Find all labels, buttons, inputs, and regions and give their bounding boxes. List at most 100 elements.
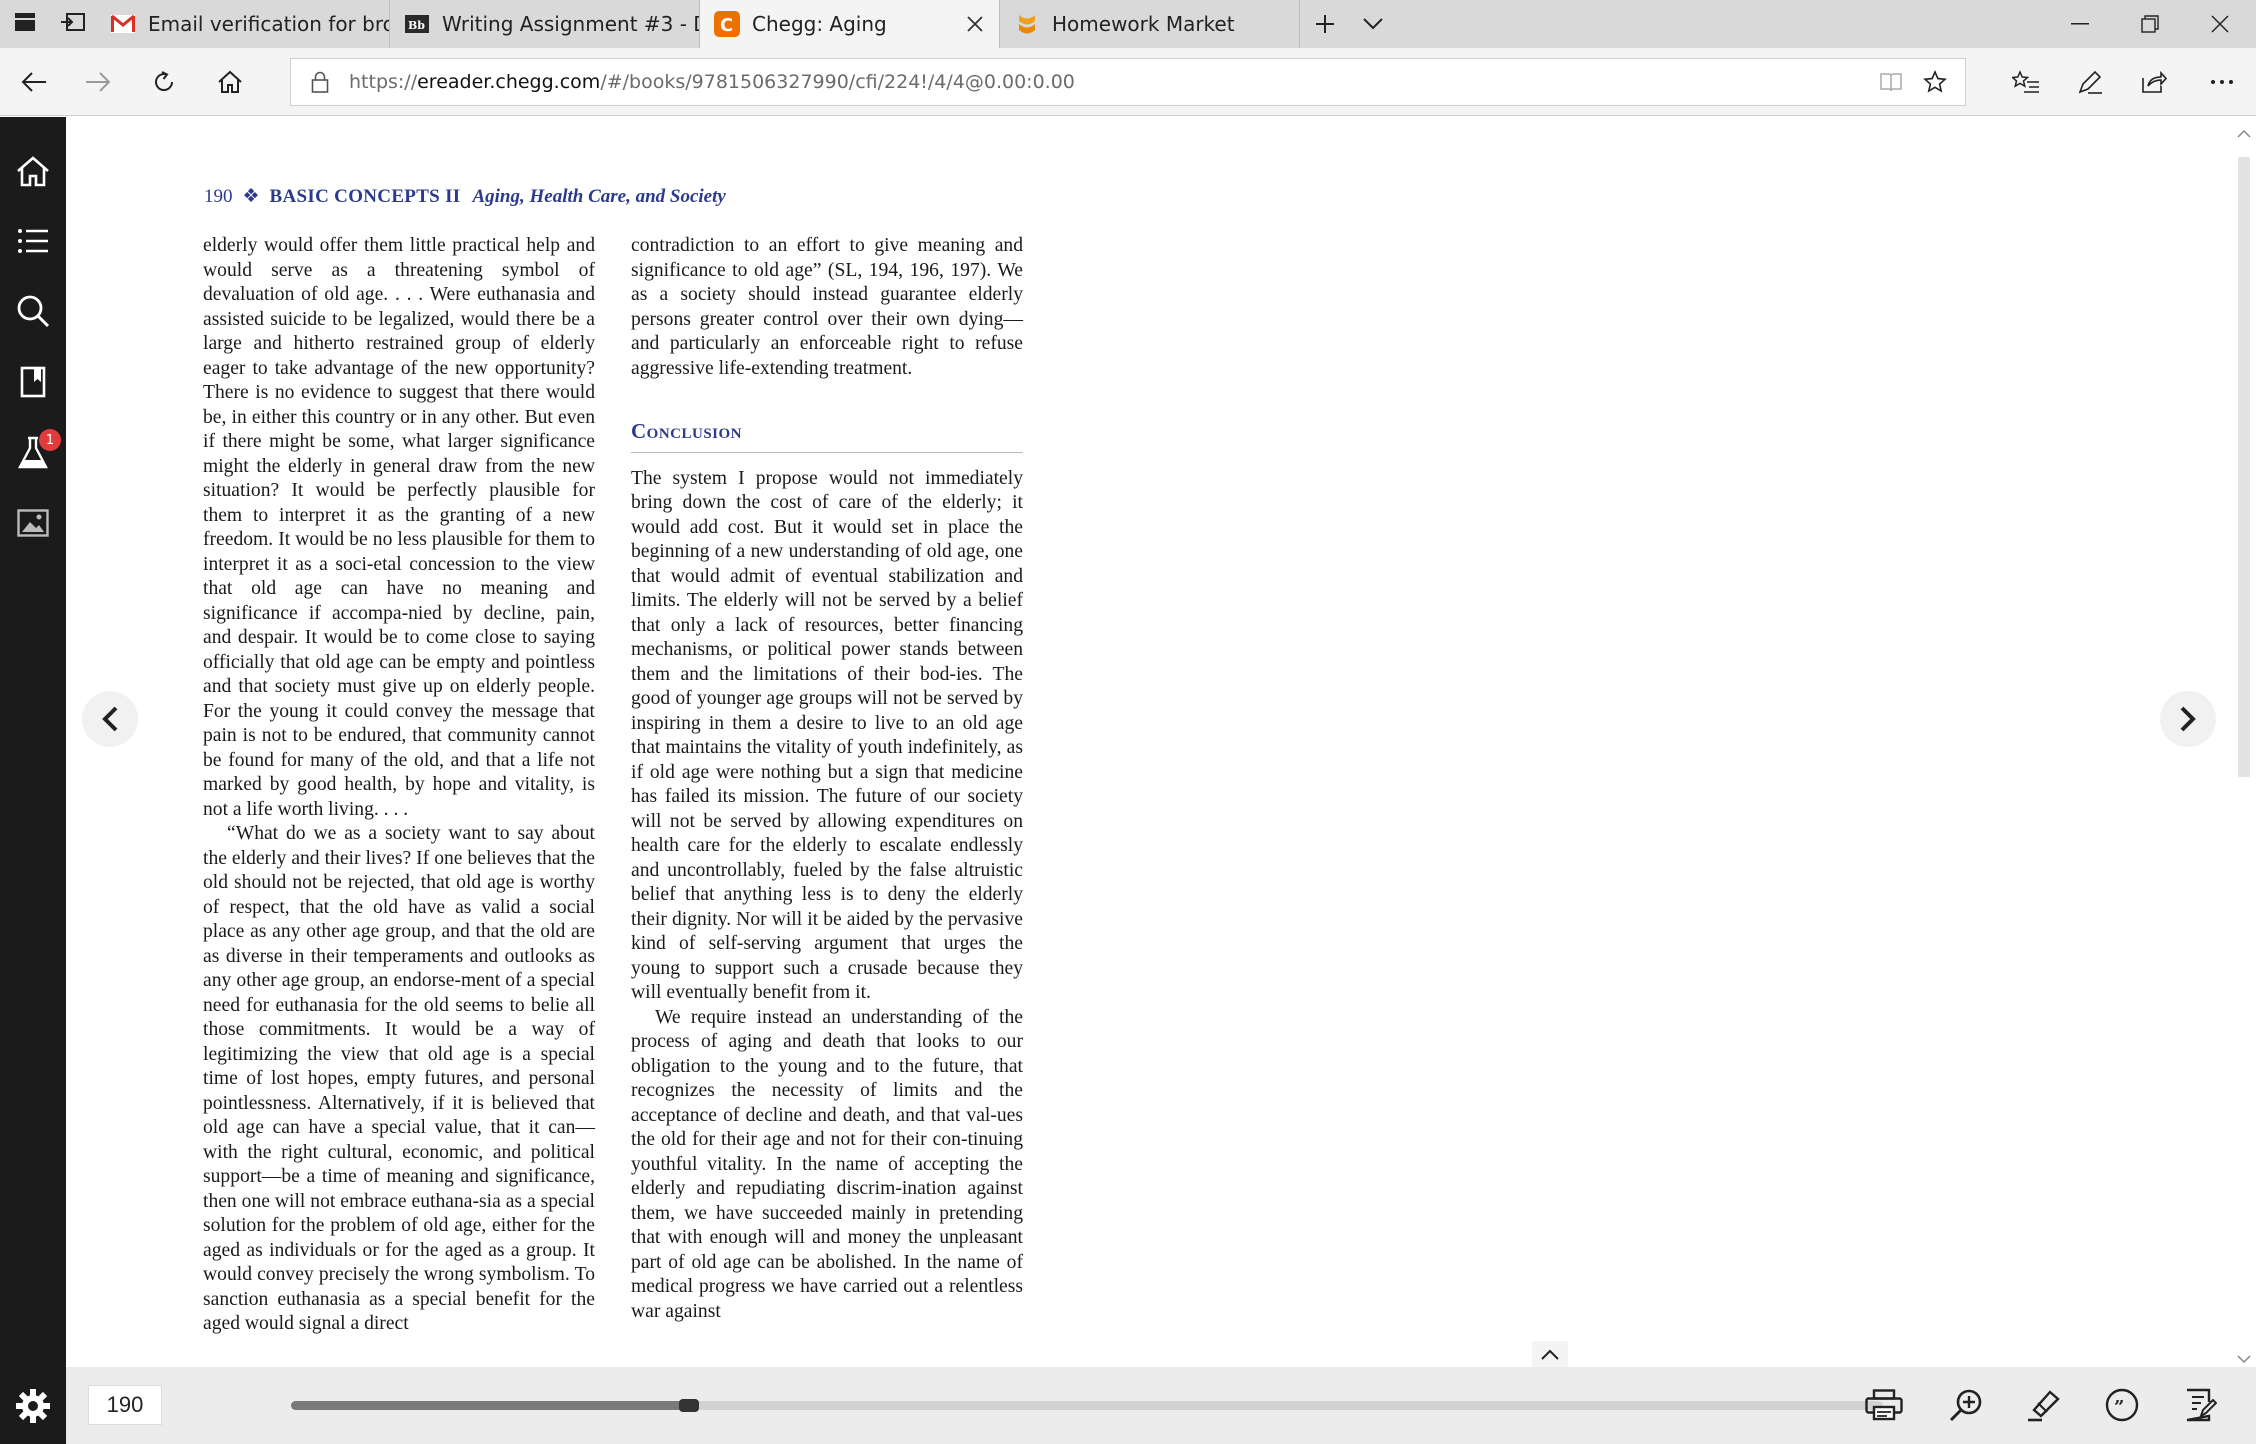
paragraph: contradiction to an effort to give meani… [631,235,1023,379]
web-note-button[interactable] [2066,58,2114,106]
close-window-button[interactable] [2186,0,2254,48]
tab-writing-assignment[interactable]: Bb Writing Assignment #3 - Du [390,0,700,48]
forward-button[interactable] [74,58,122,106]
reader-sidebar: 1 [0,117,66,1444]
homework-market-icon [1014,11,1040,37]
refresh-button[interactable] [140,58,188,106]
next-page-button[interactable] [2160,691,2216,747]
tab-email-verification[interactable]: Email verification for brown [96,0,390,48]
sidebar-item-bookmarks[interactable] [9,358,57,406]
quote-icon: ” [2105,1388,2139,1422]
tab-title: Homework Market [1052,12,1235,36]
restore-icon [2141,15,2159,33]
text-column-right: contradiction to an effort to give meani… [631,234,1023,1324]
tab-strip: Email verification for brown Bb Writing … [0,0,2256,48]
tabs-stack-icon [14,12,36,36]
chegg-icon: C [714,11,740,37]
favorites-hub-button[interactable] [2002,58,2050,106]
running-head: 190 ❖ BASIC CONCEPTS II Aging, Health Care,… [204,185,726,208]
chevron-right-icon [2180,706,2196,732]
book-icon [1880,73,1902,92]
vertical-scrollbar[interactable] [2232,117,2256,1367]
bookmark-icon [20,366,46,398]
tab-homework-market[interactable]: Homework Market [1000,0,1300,48]
sidebar-item-search[interactable] [9,287,57,335]
blackboard-icon: Bb [404,11,430,37]
set-aside-icon [60,12,86,36]
address-bar[interactable]: https://ereader.chegg.com/#/books/978150… [290,58,1966,106]
page-number-input[interactable]: 190 [88,1385,162,1425]
tab-title: Email verification for brown [148,12,389,36]
notification-badge: 1 [39,429,61,451]
reading-view-button[interactable] [1879,71,1903,97]
book-page-number: 190 [204,186,233,207]
favorites-list-icon [2012,70,2039,93]
print-button[interactable] [1860,1381,1908,1429]
gear-icon [16,1389,50,1423]
star-icon [1923,70,1947,93]
reader-bottom-bar: 190 ” [66,1341,2256,1444]
tab-chegg-aging[interactable]: C Chegg: Aging [700,0,1000,48]
tab-title: Chegg: Aging [752,12,887,36]
plus-icon [1316,15,1334,33]
lock-icon[interactable] [311,71,329,97]
tab-preview-button[interactable] [1350,0,1396,48]
sidebar-item-images[interactable] [9,499,57,547]
zoom-in-button[interactable] [1942,1381,1990,1429]
url-scheme: https:// [349,71,418,93]
arrow-right-icon [86,72,111,92]
back-button[interactable] [10,58,58,106]
scroll-down-arrow-icon[interactable] [2237,1349,2251,1368]
refresh-icon [155,71,174,91]
scrollbar-thumb[interactable] [2238,157,2250,777]
paragraph: The system I propose would not immediate… [631,467,1023,1004]
notes-button[interactable] [2176,1381,2224,1429]
list-icon [18,229,48,253]
favorite-button[interactable] [1923,70,1947,98]
svg-text:Bb: Bb [408,19,425,32]
minimize-button[interactable] [2046,0,2114,48]
reading-progress-fill [291,1401,689,1410]
close-icon [967,16,983,32]
navigation-bar: https://ereader.chegg.com/#/books/978150… [0,48,2256,116]
highlight-button[interactable] [2020,1381,2068,1429]
previous-page-button[interactable] [82,691,138,747]
section-label: BASIC CONCEPTS II [269,186,461,207]
sidebar-item-table-of-contents[interactable] [9,217,57,265]
sidebar-item-home[interactable] [9,147,57,195]
paragraph: “What do we as a society want to say abo… [203,823,595,1334]
reading-progress-slider[interactable] [291,1399,1883,1412]
tab-title: Writing Assignment #3 - Du [442,12,699,36]
url-domain: ereader.chegg.com [417,71,601,93]
printer-icon [1865,1389,1903,1421]
share-icon [2142,70,2167,93]
more-menu-button[interactable] [2198,58,2246,106]
home-icon [17,156,49,187]
share-button[interactable] [2130,58,2178,106]
settings-button[interactable] [9,1382,57,1430]
new-tab-button[interactable] [1302,0,1348,48]
reading-progress-handle[interactable] [679,1399,699,1412]
chevron-down-icon [1363,18,1383,30]
highlighter-icon [2028,1390,2060,1422]
book-page: 190 ❖ BASIC CONCEPTS II Aging, Health Care,… [66,117,2232,1367]
scroll-up-arrow-icon[interactable] [2237,123,2251,142]
ornament-icon: ❖ [242,186,260,207]
tab-manager-button[interactable] [2,0,48,48]
close-icon [2211,15,2229,33]
url-text: https://ereader.chegg.com/#/books/978150… [349,71,1075,93]
collapse-toolbar-button[interactable] [1532,1341,1568,1367]
chapter-title: Aging, Health Care, and Society [472,186,726,207]
text-column-left: elderly would offer them little practica… [203,234,595,1337]
close-tab-button[interactable] [963,12,987,36]
svg-text:C: C [720,15,733,36]
restore-button[interactable] [2116,0,2184,48]
gmail-icon [110,11,136,37]
search-icon [17,295,50,328]
home-button[interactable] [206,58,254,106]
sidebar-item-study-tools[interactable]: 1 [9,429,61,477]
pen-icon [2078,70,2102,94]
set-aside-tabs-button[interactable] [50,0,96,48]
citation-button[interactable]: ” [2098,1381,2146,1429]
image-icon [17,509,49,537]
